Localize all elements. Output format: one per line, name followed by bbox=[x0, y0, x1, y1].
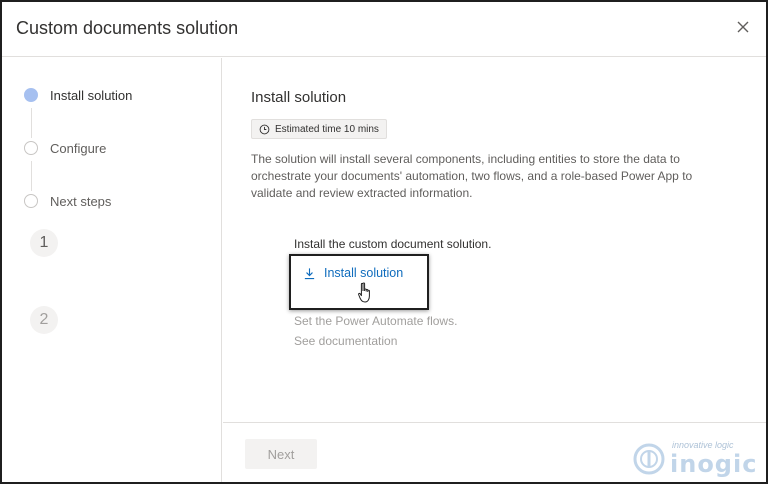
hand-pointer-icon bbox=[358, 282, 370, 303]
see-documentation-link[interactable]: See documentation bbox=[294, 334, 397, 348]
step-label: Next steps bbox=[50, 193, 112, 209]
item-title: Set the Power Automate flows. bbox=[294, 314, 458, 328]
step-connector bbox=[31, 161, 32, 191]
clock-icon bbox=[259, 124, 270, 134]
sidebar-step-next-steps[interactable]: Next steps bbox=[24, 191, 111, 211]
sidebar-step-configure[interactable]: Configure bbox=[24, 138, 106, 158]
close-icon bbox=[737, 21, 749, 33]
watermark-tagline: innovative logic bbox=[672, 440, 734, 450]
next-button[interactable]: Next bbox=[245, 439, 317, 469]
dialog-frame: Custom documents solution Install soluti… bbox=[0, 0, 768, 484]
step-indicator-icon bbox=[24, 88, 38, 102]
install-solution-label: Install solution bbox=[324, 266, 404, 280]
step-label: Configure bbox=[50, 140, 107, 156]
inogic-logo-icon bbox=[633, 443, 665, 475]
page-title: Install solution bbox=[251, 89, 347, 106]
close-button[interactable] bbox=[734, 18, 752, 36]
install-solution-highlight: Install solution bbox=[289, 254, 429, 310]
step-indicator-icon bbox=[24, 194, 38, 208]
step-label: Install solution bbox=[50, 87, 133, 103]
install-solution-link[interactable]: Install solution bbox=[303, 266, 403, 280]
estimated-time-badge: Estimated time 10 mins bbox=[251, 119, 387, 139]
steps-sidebar: Install solution Configure Next steps bbox=[2, 58, 222, 482]
item-title: Install the custom document solution. bbox=[294, 237, 492, 251]
step-number-badge: 2 bbox=[30, 306, 58, 334]
estimated-time-text: Estimated time 10 mins bbox=[275, 123, 379, 135]
dialog-title: Custom documents solution bbox=[16, 18, 239, 38]
sidebar-step-install-solution[interactable]: Install solution bbox=[24, 85, 132, 105]
step-number-badge: 1 bbox=[30, 229, 58, 257]
step-connector bbox=[31, 108, 32, 138]
download-icon bbox=[304, 267, 315, 279]
dialog-header: Custom documents solution bbox=[2, 2, 766, 57]
watermark-brand: inogic bbox=[670, 450, 758, 478]
step-indicator-icon bbox=[24, 141, 38, 155]
description-text: The solution will install several compon… bbox=[251, 152, 693, 200]
watermark-logo: innovative logic inogic bbox=[628, 438, 764, 478]
